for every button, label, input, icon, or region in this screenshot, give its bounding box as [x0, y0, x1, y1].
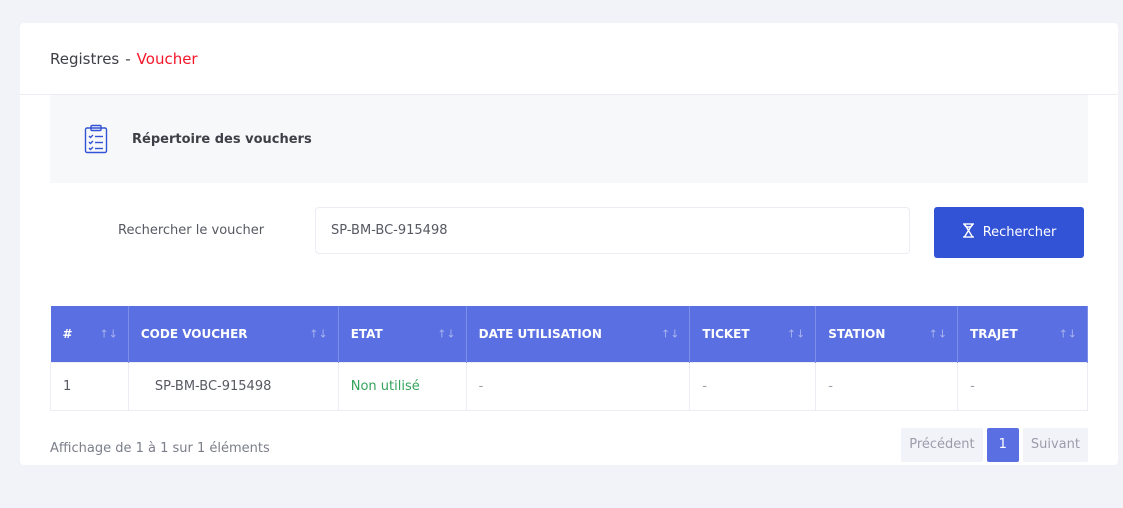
table-row: 1 SP-BM-BC-915498 Non utilisé - - - -: [50, 361, 1088, 411]
pagination-previous[interactable]: Précédent: [901, 428, 983, 462]
info-title: Répertoire des vouchers: [132, 131, 312, 147]
card-header: Registres - Voucher: [20, 23, 1118, 95]
sort-icon: ↑↓: [1058, 327, 1077, 341]
cell-code: SP-BM-BC-915498: [127, 361, 339, 411]
column-header-code[interactable]: CODE VOUCHER ↑↓: [128, 306, 339, 362]
cell-etat: Non utilisé: [337, 361, 467, 411]
voucher-card: Registres - Voucher Répertoire des vouch…: [20, 23, 1118, 465]
sort-icon: ↑↓: [99, 327, 118, 341]
cell-trajet: -: [957, 361, 1088, 411]
voucher-search-input[interactable]: [315, 207, 910, 254]
cell-ticket: -: [689, 361, 817, 411]
clipboard-list-icon: [82, 122, 110, 156]
info-box: Répertoire des vouchers: [50, 95, 1088, 183]
voucher-table: # ↑↓ CODE VOUCHER ↑↓ ETAT ↑↓ DATE UTILISATI…: [50, 306, 1088, 411]
search-button-label: Rechercher: [982, 225, 1057, 240]
search-button[interactable]: Rechercher: [934, 207, 1084, 258]
page-title-accent: Voucher: [136, 49, 198, 68]
sort-icon: ↑↓: [437, 327, 456, 341]
column-header-date[interactable]: DATE UTILISATION ↑↓: [466, 306, 691, 362]
column-header-trajet[interactable]: TRAJET ↑↓: [957, 306, 1088, 362]
pagination-info: Affichage de 1 à 1 sur 1 éléments: [50, 441, 270, 456]
column-header-etat[interactable]: ETAT ↑↓: [338, 306, 467, 362]
sort-icon: ↑↓: [309, 327, 328, 341]
table-header-row: # ↑↓ CODE VOUCHER ↑↓ ETAT ↑↓ DATE UTILISATI…: [50, 306, 1088, 362]
sort-icon: ↑↓: [928, 327, 948, 341]
sort-icon: ↑↓: [786, 327, 806, 341]
search-label: Rechercher le voucher: [118, 223, 265, 238]
title-separator: -: [125, 49, 131, 68]
sort-icon: ↑↓: [660, 327, 680, 341]
cell-station: -: [815, 361, 959, 411]
search-row: Rechercher le voucher Rechercher: [50, 207, 1088, 259]
column-header-station[interactable]: STATION ↑↓: [815, 306, 959, 362]
column-header-index[interactable]: # ↑↓: [50, 306, 129, 362]
cell-index: 1: [50, 361, 129, 411]
column-header-ticket[interactable]: TICKET ↑↓: [689, 306, 817, 362]
hourglass-icon: [962, 223, 975, 242]
pagination-page-1[interactable]: 1: [986, 428, 1019, 462]
page-title: Registres: [50, 49, 120, 68]
pagination: Précédent 1 Suivant: [901, 428, 1088, 462]
cell-date: -: [465, 361, 691, 411]
pagination-next[interactable]: Suivant: [1022, 428, 1088, 462]
